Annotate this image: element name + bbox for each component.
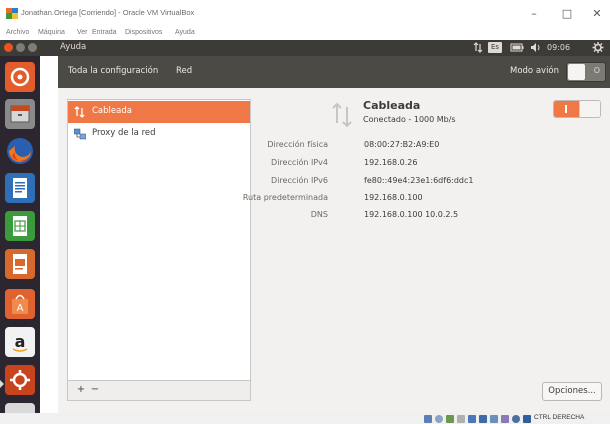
wired-network-icon [74, 106, 85, 118]
network-arrows-icon[interactable] [473, 42, 483, 53]
optical-drive-icon[interactable] [435, 415, 443, 423]
dash-home-icon[interactable] [5, 62, 35, 92]
guest-additions-icon[interactable] [512, 415, 520, 423]
connection-name: Cableada [363, 99, 421, 112]
software-center-icon[interactable]: A [5, 289, 35, 319]
add-device-button[interactable]: + [74, 384, 88, 397]
keyboard-layout-indicator[interactable]: Es [488, 42, 502, 53]
usb-icon[interactable] [446, 415, 454, 423]
menu-maquina[interactable]: Máquina [38, 29, 65, 36]
shared-folders-icon[interactable] [457, 415, 465, 423]
menu-entrada[interactable]: Entrada [92, 29, 117, 36]
firefox-icon[interactable] [5, 136, 35, 166]
dns-label: DNS [310, 210, 328, 219]
svg-text:A: A [17, 303, 24, 314]
ubuntu-launcher: A a [0, 56, 40, 424]
airplane-mode-switch[interactable]: O [566, 62, 606, 82]
menu-dispositivos[interactable]: Dispositivos [125, 29, 162, 36]
ipv4-address-label: Dirección IPv4 [271, 158, 328, 167]
panel-app-name[interactable]: Ayuda [60, 42, 86, 52]
wired-connection-icon [332, 102, 352, 128]
video-capture-icon[interactable] [490, 415, 498, 423]
network-proxy-icon [74, 128, 86, 140]
menu-ayuda[interactable]: Ayuda [175, 29, 195, 36]
remove-device-button[interactable]: − [88, 384, 102, 397]
volume-icon[interactable] [530, 42, 542, 53]
window-maximize-icon[interactable] [28, 43, 37, 52]
virtualbox-status-bar: CTRL DERECHA [0, 413, 610, 424]
host-titlebar: Jonathan.Ortega [Corriendo] - Oracle VM … [0, 0, 610, 28]
amazon-icon[interactable]: a [5, 327, 35, 357]
window-minimize-icon[interactable] [16, 43, 25, 52]
virtualbox-logo-icon [6, 8, 18, 19]
maximize-button[interactable]: □ [557, 6, 577, 22]
active-app-indicator [0, 380, 4, 388]
mac-address-value: 08:00:27:B2:A9:E0 [364, 140, 440, 149]
breadcrumb-red: Red [176, 66, 193, 76]
ipv4-address-value: 192.168.0.26 [364, 158, 418, 167]
files-icon[interactable] [5, 99, 35, 129]
default-route-value: 192.168.0.100 [364, 193, 423, 202]
host-menubar: Archivo Máquina Ver Entrada Dispositivos… [0, 28, 610, 40]
switch-knob [579, 101, 600, 117]
mac-address-label: Dirección física [267, 140, 328, 149]
device-label: Cableada [92, 106, 132, 116]
svg-text:a: a [15, 332, 26, 351]
libreoffice-calc-icon[interactable] [5, 211, 35, 241]
mouse-integration-icon[interactable] [523, 415, 531, 423]
ubuntu-top-panel: Ayuda Es 09:06 [0, 40, 610, 56]
libreoffice-impress-icon[interactable] [5, 249, 35, 279]
gear-icon[interactable] [592, 42, 604, 53]
wired-connection-switch[interactable] [553, 100, 601, 118]
dns-value: 192.168.0.100 10.0.2.5 [364, 210, 459, 219]
cpu-icon[interactable] [501, 415, 509, 423]
network-adapter-icon[interactable] [479, 415, 487, 423]
device-label: Proxy de la red [92, 128, 156, 138]
libreoffice-writer-icon[interactable] [5, 173, 35, 203]
switch-knob [568, 64, 585, 80]
device-item-cableada[interactable]: Cableada [68, 101, 250, 123]
hard-disk-icon[interactable] [424, 415, 432, 423]
settings-header-bar: Toda la configuración Red Modo avión O [58, 56, 610, 88]
minimize-button[interactable]: – [524, 6, 544, 22]
all-settings-button[interactable]: Toda la configuración [68, 66, 158, 76]
window-close-icon[interactable] [4, 43, 13, 52]
default-route-label: Ruta predeterminada [242, 193, 328, 202]
ipv6-address-value: fe80::49e4:23e1:6df6:ddc1 [364, 176, 474, 185]
close-button[interactable]: ✕ [587, 6, 607, 22]
display-icon[interactable] [468, 415, 476, 423]
ipv6-address-label: Dirección IPv6 [271, 176, 328, 185]
system-settings-icon[interactable] [5, 365, 35, 395]
airplane-switch-state: O [593, 66, 600, 75]
connection-status: Conectado - 1000 Mb/s [363, 115, 456, 124]
options-button[interactable]: Opciones... [542, 382, 602, 401]
device-list-toolbar: + − [67, 381, 251, 401]
menu-ver[interactable]: Ver [77, 29, 88, 36]
host-window-title: Jonathan.Ortega [Corriendo] - Oracle VM … [21, 8, 195, 17]
menu-archivo[interactable]: Archivo [6, 29, 29, 36]
battery-icon[interactable] [510, 42, 524, 53]
panel-clock[interactable]: 09:06 [547, 42, 570, 53]
airplane-mode-label: Modo avión [510, 66, 560, 76]
host-key-label: CTRL DERECHA [534, 414, 585, 421]
network-settings-content: Cableada Proxy de la red + − Cableada Co… [58, 88, 610, 413]
switch-on-mark [565, 105, 567, 113]
